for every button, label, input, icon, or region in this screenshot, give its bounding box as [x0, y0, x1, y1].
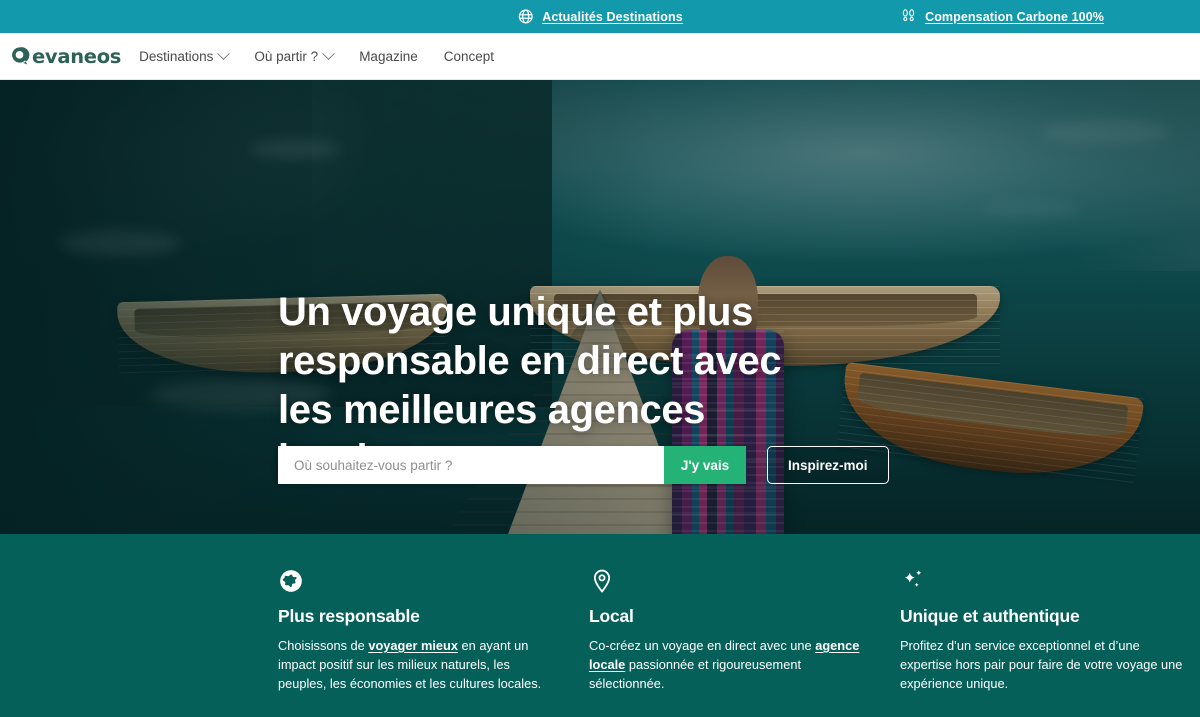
site-logo[interactable]: evaneos — [10, 45, 121, 68]
feature-plus-responsable: Plus responsable Choisissons de voyager … — [278, 568, 589, 717]
promo-right-label: Compensation Carbone 100% — [925, 9, 1104, 24]
main-navbar: evaneos Destinations Où partir ? Magazin… — [0, 33, 1200, 80]
promo-link-destinations-news[interactable]: Actualités Destinations — [517, 8, 683, 25]
feature-description: Profitez d’un service exceptionnel et d’… — [900, 636, 1190, 693]
hero-search-row: J'y vais Inspirez-moi — [278, 446, 889, 484]
sparkles-icon — [900, 568, 1190, 594]
nav-item-magazine[interactable]: Magazine — [359, 49, 418, 64]
feature-description: Co-créez un voyage en direct avec une ag… — [589, 636, 866, 693]
chevron-down-icon — [322, 46, 336, 60]
nav-item-label: Destinations — [139, 48, 214, 64]
nav-item-ou-partir[interactable]: Où partir ? — [254, 46, 336, 64]
evaneos-logo-mark-icon — [10, 46, 30, 66]
promo-link-carbon-offset[interactable]: Compensation Carbone 100% — [900, 8, 1104, 25]
nav-item-label: Magazine — [359, 48, 418, 64]
feature-unique-authentique: Unique et authentique Profitez d’un serv… — [900, 568, 1200, 717]
globe-icon — [278, 568, 555, 594]
features-section: Plus responsable Choisissons de voyager … — [0, 534, 1200, 717]
chevron-down-icon — [217, 46, 231, 60]
feature-desc-before: Choisissons de — [278, 638, 369, 653]
promo-banner: Actualités Destinations Compensation Car… — [0, 0, 1200, 33]
nav-item-destinations[interactable]: Destinations — [139, 46, 231, 64]
site-logo-text: evaneos — [32, 44, 122, 68]
feature-title: Unique et authentique — [900, 606, 1080, 626]
footprints-icon — [900, 8, 917, 25]
nav-item-label: Concept — [443, 48, 495, 64]
nav-items: Destinations Où partir ? Magazine Concep… — [139, 46, 494, 64]
feature-description: Choisissons de voyager mieux en ayant un… — [278, 636, 555, 693]
promo-left-label: Actualités Destinations — [542, 9, 683, 24]
nav-item-concept[interactable]: Concept — [444, 49, 494, 64]
feature-desc-before: Profitez d’un service exceptionnel et d’… — [900, 638, 1183, 691]
feature-title: Plus responsable — [278, 606, 420, 626]
map-pin-icon — [589, 568, 866, 594]
search-submit-button[interactable]: J'y vais — [664, 446, 746, 484]
feature-desc-link[interactable]: voyager mieux — [368, 638, 458, 653]
feature-desc-before: Co-créez un voyage en direct avec une — [589, 638, 816, 653]
nav-item-label: Où partir ? — [254, 48, 319, 64]
inspire-me-button[interactable]: Inspirez-moi — [767, 446, 889, 484]
feature-local: Local Co-créez un voyage en direct avec … — [589, 568, 900, 717]
search-box: J'y vais — [278, 446, 746, 484]
search-input[interactable] — [278, 446, 664, 484]
globe-icon — [517, 8, 534, 25]
hero-section: Un voyage unique et plus responsable en … — [0, 80, 1200, 534]
feature-title: Local — [589, 606, 634, 626]
